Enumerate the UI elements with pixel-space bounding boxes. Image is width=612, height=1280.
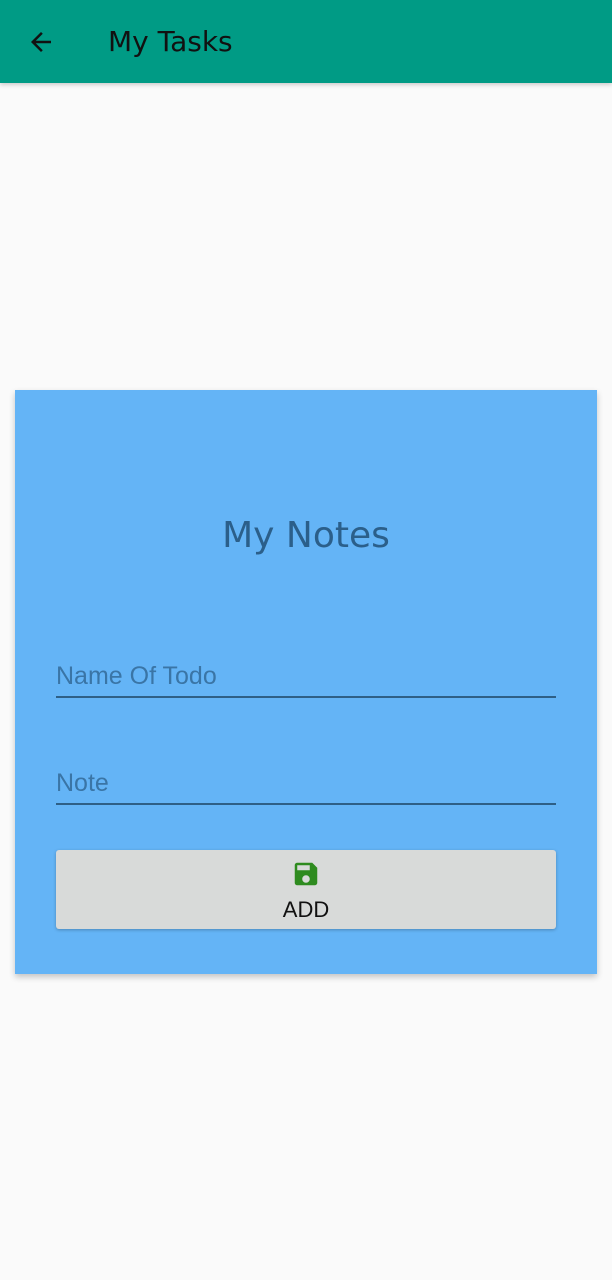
add-button[interactable]: ADD [56,850,556,929]
name-of-todo-input[interactable] [56,660,556,692]
note-input[interactable] [56,767,556,799]
arrow-left-icon [31,32,51,52]
name-of-todo-field [56,646,556,698]
add-button-label: ADD [282,897,330,922]
card-title: My Notes [222,515,390,556]
note-field [56,753,556,805]
app-title: My Tasks [108,25,233,58]
back-button[interactable] [18,19,64,65]
notes-card: My Notes ADD [15,390,597,974]
save-icon [294,862,318,886]
app-bar: My Tasks [0,0,612,83]
